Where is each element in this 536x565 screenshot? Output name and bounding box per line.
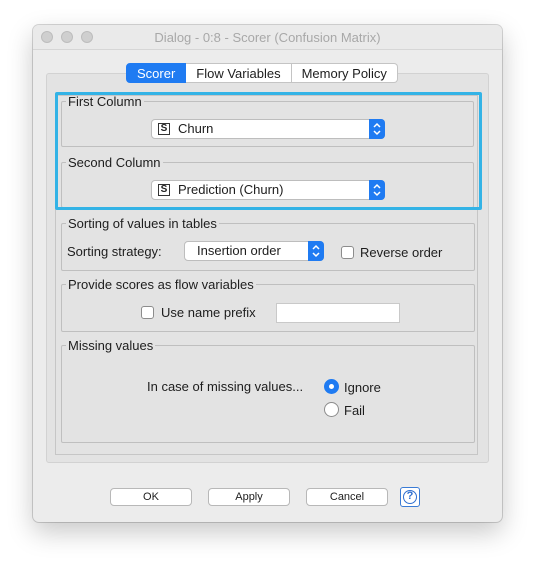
second-column-select[interactable]: S Prediction (Churn) — [151, 180, 385, 200]
ignore-label: Ignore — [344, 380, 381, 395]
sorting-strategy-value: Insertion order — [197, 243, 281, 258]
apply-button[interactable]: Apply — [208, 488, 290, 506]
flow-variables-legend: Provide scores as flow variables — [68, 277, 254, 292]
flow-variables-group: Provide scores as flow variables — [61, 277, 475, 332]
help-icon: ? — [403, 490, 417, 504]
tab-bar: Scorer Flow Variables Memory Policy — [126, 63, 398, 83]
sorting-strategy-select[interactable]: Insertion order — [184, 241, 324, 261]
sorting-strategy-label: Sorting strategy: — [67, 244, 162, 259]
tab-scorer[interactable]: Scorer — [126, 63, 187, 83]
name-prefix-input[interactable] — [276, 303, 400, 323]
use-name-prefix-checkbox[interactable] — [141, 306, 154, 319]
use-name-prefix-label: Use name prefix — [161, 305, 256, 320]
second-column-legend: Second Column — [68, 155, 161, 170]
tab-memory-policy[interactable]: Memory Policy — [291, 63, 398, 83]
second-column-value: Prediction (Churn) — [178, 182, 284, 197]
title-bar: Dialog - 0:8 - Scorer (Confusion Matrix) — [33, 25, 502, 50]
first-column-legend: First Column — [68, 94, 142, 109]
first-column-value: Churn — [178, 121, 214, 136]
tab-flow-variables[interactable]: Flow Variables — [186, 63, 292, 83]
dialog-window: Dialog - 0:8 - Scorer (Confusion Matrix)… — [33, 25, 502, 522]
string-type-icon: S — [158, 123, 170, 135]
ignore-radio[interactable] — [324, 379, 339, 394]
window-title: Dialog - 0:8 - Scorer (Confusion Matrix) — [154, 30, 381, 45]
reverse-order-checkbox[interactable] — [341, 246, 354, 259]
sorting-legend: Sorting of values in tables — [68, 216, 217, 231]
cancel-button[interactable]: Cancel — [306, 488, 388, 506]
first-column-select[interactable]: S Churn — [151, 119, 385, 139]
missing-values-prompt: In case of missing values... — [147, 379, 304, 394]
chevron-updown-icon — [308, 241, 324, 261]
fail-label: Fail — [344, 403, 365, 418]
string-type-icon: S — [158, 184, 170, 196]
chevron-updown-icon — [369, 119, 385, 139]
reverse-order-label: Reverse order — [360, 245, 443, 260]
chevron-updown-icon — [369, 180, 385, 200]
missing-values-legend: Missing values — [68, 338, 154, 353]
ok-button[interactable]: OK — [110, 488, 192, 506]
fail-radio[interactable] — [324, 402, 339, 417]
help-button[interactable]: ? — [400, 487, 420, 507]
